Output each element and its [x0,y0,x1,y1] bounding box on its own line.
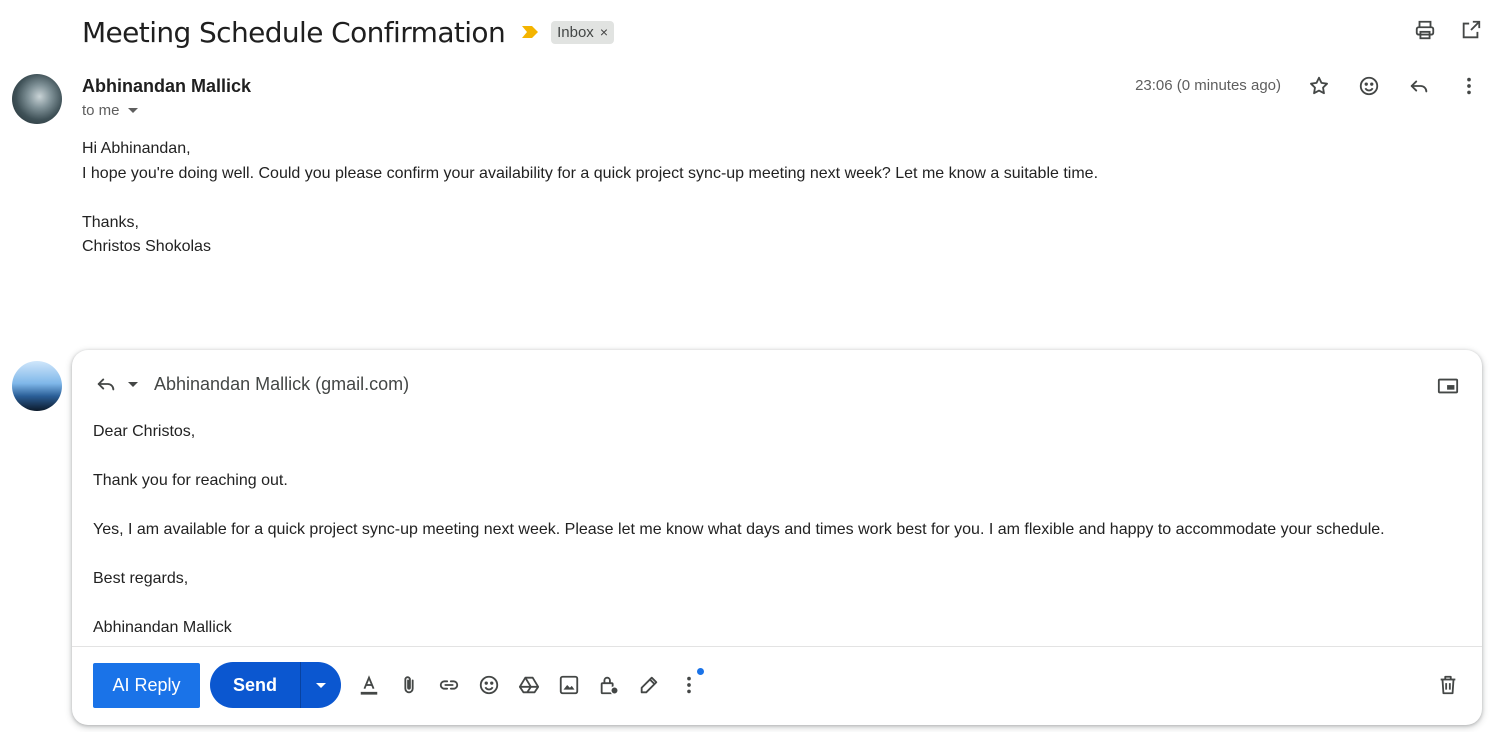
sender-name[interactable]: Abhinandan Mallick [82,76,251,97]
reply-paragraph: Abhinandan Mallick [93,619,232,636]
star-icon[interactable] [1307,74,1331,98]
signature-pen-icon[interactable] [637,673,661,697]
thread-actions [1413,18,1483,42]
inbox-label-chip[interactable]: Inbox × [551,20,614,44]
message-line: I hope you're doing well. Could you plea… [82,164,1099,182]
format-text-icon[interactable] [357,673,381,697]
attach-icon[interactable] [397,673,421,697]
reply-paragraph: Best regards, [93,570,189,587]
recipient-details[interactable]: to me [82,102,138,119]
recipient-label: to me [82,102,120,119]
sender-avatar[interactable] [12,74,62,124]
chevron-down-icon[interactable] [127,108,138,113]
reply-body-editor[interactable]: Dear Christos, Thank you for reaching ou… [93,420,1385,665]
label-text: Inbox [557,23,594,41]
formatting-tools [357,668,704,697]
more-options-icon[interactable] [677,668,704,697]
confidential-lock-icon[interactable] [597,673,621,697]
toolbar-divider [72,646,1482,647]
reply-icon[interactable] [1407,74,1431,98]
reply-paragraph: Thank you for reaching out. [93,472,288,489]
drive-icon[interactable] [517,673,541,697]
trash-icon[interactable] [1436,673,1460,697]
send-button-group: Send [210,662,341,708]
ai-reply-button[interactable]: AI Reply [93,662,200,708]
print-icon[interactable] [1413,18,1437,42]
subject-row: Meeting Schedule Confirmation Inbox × [82,14,614,50]
send-button[interactable]: Send [210,662,300,708]
reply-paragraph: Yes, I am available for a quick project … [93,521,1385,538]
message-line: Hi Abhinandan, [82,140,191,157]
message-line: Thanks, [82,213,139,231]
emoji-reaction-icon[interactable] [1357,74,1381,98]
reply-type-icon[interactable] [94,372,118,396]
importance-marker-icon[interactable] [521,23,539,41]
link-icon[interactable] [437,673,461,697]
message-body: Hi Abhinandan, I hope you're doing well.… [82,137,1098,260]
send-options-dropdown[interactable] [300,662,341,708]
emoji-icon[interactable] [477,673,501,697]
message-line: Christos Shokolas [82,238,211,255]
reply-composer: Abhinandan Mallick (gmail.com) Dear Chri… [72,350,1482,725]
open-in-new-window-icon[interactable] [1459,18,1483,42]
message-actions [1307,74,1481,98]
reply-paragraph: Dear Christos, [93,423,196,440]
pop-out-reply-icon[interactable] [1436,374,1460,398]
remove-label-icon[interactable]: × [600,24,608,40]
chevron-down-icon[interactable] [128,381,138,387]
email-subject: Meeting Schedule Confirmation [82,15,506,49]
notification-dot [697,668,704,675]
compose-toolbar: AI Reply Send [93,662,1462,708]
more-vert-icon[interactable] [1457,74,1481,98]
photo-icon[interactable] [557,673,581,697]
reply-header: Abhinandan Mallick (gmail.com) [94,372,409,396]
chevron-down-icon [316,682,326,688]
reply-recipient[interactable]: Abhinandan Mallick (gmail.com) [154,374,409,395]
user-avatar[interactable] [12,361,62,411]
message-timestamp: 23:06 (0 minutes ago) [1135,77,1281,94]
message-line [82,186,1098,211]
